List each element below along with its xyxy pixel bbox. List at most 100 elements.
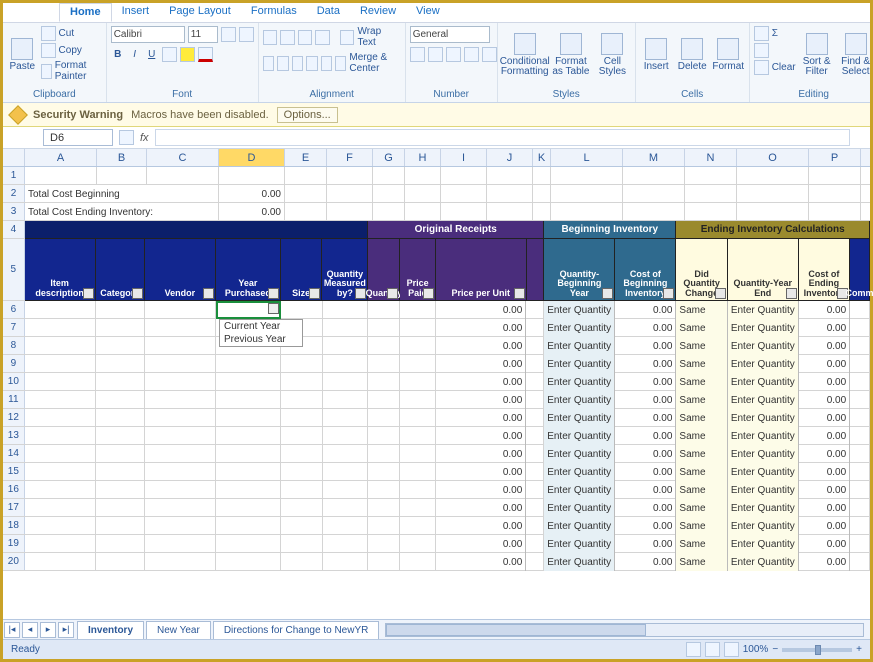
cell[interactable] [281,445,323,463]
cell[interactable] [323,355,368,373]
cell-did-qty-change[interactable]: Same [676,301,727,319]
cell[interactable] [368,319,400,337]
clear-label[interactable]: Clear [772,62,796,73]
cell[interactable] [400,517,436,535]
sort-filter-button[interactable]: Sort & Filter [799,26,835,84]
cell[interactable] [323,337,368,355]
row-header[interactable]: 18 [3,517,25,534]
cell-enter-qty-begin[interactable]: Enter Quantity [544,301,615,319]
label-total-cost-ending[interactable]: Total Cost Ending Inventory: [25,203,219,221]
cell-item[interactable] [25,373,96,391]
cell[interactable] [526,355,544,373]
cell-vendor[interactable] [145,463,216,481]
cell-styles-button[interactable]: Cell Styles [594,26,631,84]
cell-price-per-unit[interactable]: 0.00 [436,517,527,535]
cell[interactable] [281,373,323,391]
align-bottom-icon[interactable] [298,30,313,45]
dropdown-option-current[interactable]: Current Year [220,320,302,333]
tab-formulas[interactable]: Formulas [241,3,307,22]
cell[interactable] [97,167,147,185]
cell-did-qty-change[interactable]: Same [676,445,727,463]
cell-year-purchased[interactable] [216,409,281,427]
col-header-B[interactable]: B [97,149,147,166]
filter-dropdown-icon[interactable] [203,288,214,299]
zoom-slider[interactable] [782,648,852,652]
cell-cost-begin-inv[interactable]: 0.00 [615,499,676,517]
painter-label[interactable]: Format Painter [55,60,102,82]
sheet-nav-prev[interactable]: ◂ [22,622,38,638]
cell-vendor[interactable] [145,301,216,319]
cell-comm[interactable] [850,337,870,355]
cell[interactable] [400,319,436,337]
cell-vendor[interactable] [145,355,216,373]
cell[interactable] [737,203,809,221]
cell-category[interactable] [96,517,145,535]
cell-cost-end-inv[interactable]: 0.00 [799,445,850,463]
cell[interactable] [685,185,737,203]
cell-cost-begin-inv[interactable]: 0.00 [615,319,676,337]
cell-vendor[interactable] [145,373,216,391]
cell-enter-qty-end[interactable]: Enter Quantity [728,301,799,319]
cell-did-qty-change[interactable]: Same [676,337,727,355]
cell-enter-qty-begin[interactable]: Enter Quantity [544,553,615,571]
cell[interactable] [551,203,623,221]
cell[interactable] [400,337,436,355]
cell[interactable] [323,553,368,571]
cell-cost-begin-inv[interactable]: 0.00 [615,463,676,481]
year-dropdown-list[interactable]: Current YearPrevious Year [219,319,303,347]
cell[interactable] [323,427,368,445]
row-header[interactable]: 9 [3,355,25,372]
cut-label[interactable]: Cut [59,28,75,39]
hdr-qty-year-end[interactable]: Quantity-Year End [728,239,799,301]
cell-enter-qty-begin[interactable]: Enter Quantity [544,463,615,481]
cell-cost-end-inv[interactable]: 0.00 [799,481,850,499]
cell-cost-begin-inv[interactable]: 0.00 [615,337,676,355]
col-header-P[interactable]: P [809,149,861,166]
cell-price-per-unit[interactable]: 0.00 [436,409,527,427]
cell-year-purchased[interactable] [216,517,281,535]
col-header-G[interactable]: G [373,149,405,166]
comma-icon[interactable] [446,47,461,62]
col-header-D[interactable]: D [219,149,285,166]
row-header[interactable]: 13 [3,427,25,444]
cell-item[interactable] [25,553,96,571]
cell[interactable] [526,373,544,391]
cell-price-per-unit[interactable]: 0.00 [436,535,527,553]
find-select-button[interactable]: Find & Select [838,26,873,84]
value-total-cost-beginning[interactable]: 0.00 [219,185,285,203]
number-format-combo[interactable]: General [410,26,490,43]
merge-center-button[interactable]: Merge & Center [349,52,400,74]
cell-vendor[interactable] [145,319,216,337]
align-center-icon[interactable] [277,56,288,71]
cell[interactable] [368,409,400,427]
cell[interactable] [281,517,323,535]
cell-price-per-unit[interactable]: 0.00 [436,301,527,319]
cell[interactable] [400,463,436,481]
cell-did-qty-change[interactable]: Same [676,463,727,481]
cell[interactable] [323,373,368,391]
cell-category[interactable] [96,373,145,391]
insert-button[interactable]: Insert [640,26,673,84]
cell[interactable] [526,337,544,355]
row-header[interactable]: 11 [3,391,25,408]
row-header[interactable]: 2 [3,185,25,202]
cell[interactable] [623,185,685,203]
cell[interactable] [285,203,327,221]
cell[interactable] [373,203,405,221]
hdr-cost-begin-inv[interactable]: Cost of Beginning Inventory [615,239,676,301]
cell[interactable] [323,481,368,499]
col-header-J[interactable]: J [487,149,533,166]
cell[interactable] [526,481,544,499]
align-left-icon[interactable] [263,56,274,71]
cell[interactable] [405,167,441,185]
tab-data[interactable]: Data [307,3,350,22]
col-header-H[interactable]: H [405,149,441,166]
filter-dropdown-icon[interactable] [268,288,279,299]
col-header-O[interactable]: O [737,149,809,166]
hdr-qty-measured[interactable]: Quantity Measured by? [322,239,368,301]
cell[interactable] [526,301,544,319]
copy-icon[interactable] [41,43,56,58]
col-header-I[interactable]: I [441,149,487,166]
cell-comm[interactable] [850,373,870,391]
cell-cost-end-inv[interactable]: 0.00 [799,427,850,445]
